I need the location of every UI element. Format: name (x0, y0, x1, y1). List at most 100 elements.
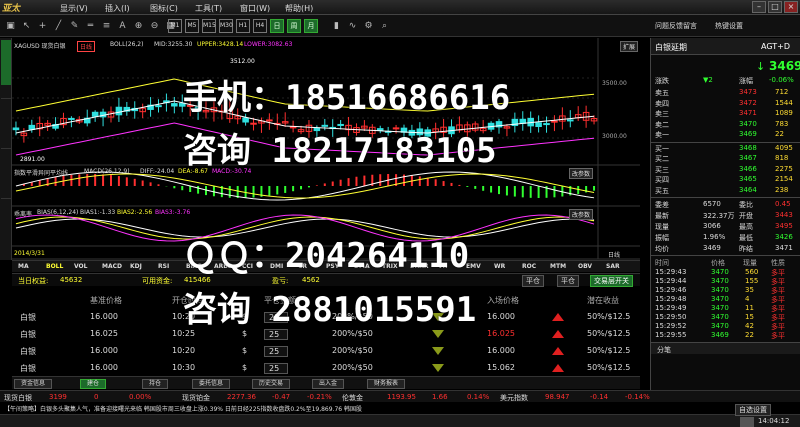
hline-icon[interactable]: ═ (84, 20, 97, 32)
stat-cell: 最新 (655, 212, 669, 220)
orders-header: 入场价格 (487, 296, 519, 305)
close-position-button-2[interactable]: 平仓 (557, 275, 579, 287)
indicator-tab-rsi[interactable]: RSI (158, 263, 169, 270)
order-cell[interactable]: 25 (264, 346, 288, 357)
price-axis-mid: 3000.00 (602, 133, 627, 140)
cursor-icon[interactable]: ↖ (20, 20, 33, 32)
minimize-icon[interactable]: – (752, 1, 766, 13)
watermark-line-3: ＱＱ：204264110 (183, 236, 470, 276)
ask-label: 卖三 (655, 110, 669, 118)
period-h1[interactable]: H1 (236, 19, 250, 33)
bias-param-button[interactable]: 改参数 (569, 209, 594, 220)
trade-cell: 560 (745, 268, 759, 276)
sidebar-tab-kline[interactable] (1, 98, 11, 138)
zoom-in-icon[interactable]: ⊕ (132, 20, 145, 32)
indicator-tab-boll[interactable]: BOLL (46, 263, 63, 270)
stat-cell: 振幅 (655, 234, 669, 242)
trade-cell: 4 (745, 295, 750, 303)
menu-insert[interactable]: 插入(I) (105, 3, 130, 14)
candle-body (68, 117, 75, 120)
period-h4[interactable]: H4 (253, 19, 267, 33)
menu-window[interactable]: 窗口(W) (240, 3, 270, 14)
macd-param-button[interactable]: 改参数 (569, 168, 594, 179)
menu-icons[interactable]: 图标(C) (150, 3, 178, 14)
period-week[interactable]: 周 (287, 19, 301, 33)
order-cell: 16.000 (487, 312, 515, 321)
indicator-tab-wr[interactable]: WR (494, 263, 505, 270)
draw-icon[interactable]: ✎ (68, 20, 81, 32)
indicator-tab-sar[interactable]: SAR (606, 263, 620, 270)
menu-view[interactable]: 显示(V) (60, 3, 88, 14)
period-day[interactable]: 日 (270, 19, 284, 33)
channel-icon[interactable]: ≡ (100, 20, 113, 32)
bid-label: 买五 (655, 186, 669, 195)
feedback-link[interactable]: 问题反馈留言 (655, 21, 697, 31)
indicator-tab-ma[interactable]: MA (18, 263, 29, 270)
indicator-tab-kdj[interactable]: KDJ (130, 263, 142, 270)
bottom-tab-5[interactable]: 出入金 (312, 379, 345, 389)
bottom-tab-2[interactable]: 持仓 (142, 379, 169, 389)
maximize-icon[interactable]: □ (768, 1, 782, 13)
order-cell: 15.062 (487, 363, 515, 372)
period-m30[interactable]: M30 (219, 19, 233, 33)
boll-label: BOLL(26,2) (110, 41, 144, 48)
stat-cell: 昨结 (739, 245, 753, 253)
close-position-button[interactable]: 平仓 (522, 275, 544, 287)
ticker-v1: 98.947 (545, 393, 570, 401)
lock-icon[interactable]: ▣ (4, 20, 17, 32)
crosshair-icon[interactable]: + (36, 20, 49, 32)
news-text: 【午间策略】白银多头聚集人气，准备迎接曙光来临 韩国股市周三收盘上涨0.39% … (4, 406, 363, 413)
candle-body (551, 120, 558, 123)
search-icon[interactable]: ⌕ (378, 20, 391, 32)
bid-label: 买四 (655, 176, 669, 184)
trade-cell: 3470 (711, 295, 729, 303)
equity-value: 45632 (60, 276, 83, 284)
chart-type-icon[interactable]: ▮ (330, 20, 343, 32)
bottom-tab-1[interactable]: 建仓 (80, 379, 107, 389)
expand-button[interactable]: 扩展 (620, 41, 639, 52)
sidebar-tab-trade[interactable] (1, 148, 11, 188)
stat-cell: 现量 (655, 223, 669, 231)
indicator-tab-obv[interactable]: OBV (578, 263, 592, 270)
indicator-tab-macd[interactable]: MACD (102, 263, 122, 270)
line-icon[interactable]: ╱ (52, 20, 65, 32)
trade-cell: 3470 (711, 304, 729, 312)
trade-cell: 15:29:50 (655, 313, 687, 321)
equity-label: 当日权益: (18, 277, 49, 285)
period-month[interactable]: 月 (304, 19, 318, 33)
indicator-tab-roc[interactable]: ROC (522, 263, 536, 270)
menu-help[interactable]: 帮助(H) (285, 3, 313, 14)
period-m5[interactable]: M5 (185, 19, 199, 33)
trade-header: 时间 (655, 259, 669, 267)
bid-price: 3466 (739, 164, 757, 173)
high-price-label: 3512.00 (230, 58, 255, 65)
trade-cell: 15:29:55 (655, 331, 687, 339)
quote-panel: 白银延期 AGT+D ↓ 3469 涨跌 ▼2 涨幅 -0.06% 卖五 3473 712 卖… (650, 38, 800, 390)
ticker-bar: 现货白银 3199 0 0.00% 现货铂金 2277.36 -0.47 -0.21% 伦敦金 1… (0, 390, 800, 402)
panel-tab-ticks[interactable]: 分笔 (657, 345, 671, 355)
stat-cell: 委差 (655, 201, 669, 209)
text-icon[interactable]: A (116, 20, 129, 32)
zoom-out-icon[interactable]: ⊖ (148, 20, 161, 32)
watchlist-settings-button[interactable]: 自选设置 (735, 404, 771, 416)
line-chart-icon[interactable]: ∿ (346, 20, 359, 32)
close-icon[interactable]: × (784, 1, 798, 13)
watermark-line-4: 咨询 2881015591 (183, 290, 477, 330)
menu-tools[interactable]: 工具(T) (195, 3, 222, 14)
sidebar-tab-timeshare[interactable] (1, 40, 11, 85)
indicator-tab-vol[interactable]: VOL (74, 263, 87, 270)
period-m15[interactable]: M15 (202, 19, 216, 33)
order-cell[interactable]: 25 (264, 363, 288, 374)
hotkey-link[interactable]: 热键设置 (715, 21, 743, 31)
indicator-tab-mtm[interactable]: MTM (550, 263, 566, 270)
bottom-tab-3[interactable]: 委托信息 (192, 379, 231, 389)
trade-layer-toggle[interactable]: 交易层开关 (590, 275, 633, 287)
bottom-tab-0[interactable]: 资金信息 (14, 379, 53, 389)
bottom-tab-6[interactable]: 财务报表 (367, 379, 406, 389)
sidebar-tab-news[interactable] (1, 198, 11, 238)
period-m1[interactable]: M1 (168, 19, 182, 33)
bid-volume: 2154 (775, 175, 793, 183)
bottom-tab-4[interactable]: 历史交易 (252, 379, 291, 389)
order-cell: 16.000 (487, 346, 515, 355)
settings-icon[interactable]: ⚙ (362, 20, 375, 32)
